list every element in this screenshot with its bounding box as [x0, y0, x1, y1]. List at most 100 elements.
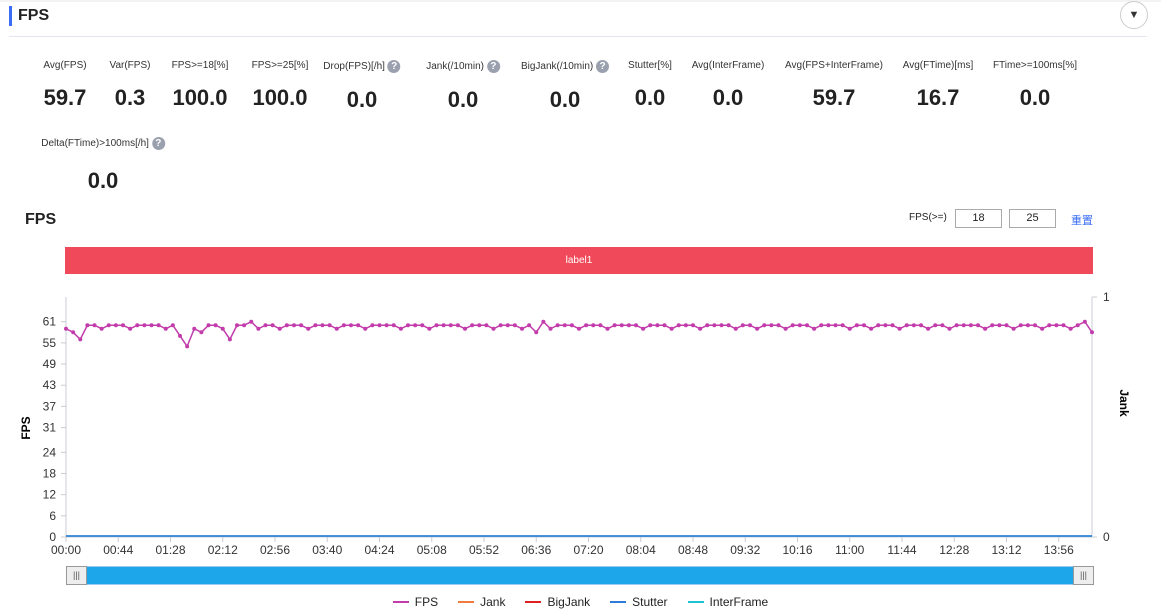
fps-data-point — [619, 323, 624, 328]
x-tick-label: 05:08 — [417, 543, 447, 557]
fps-data-point — [584, 323, 589, 328]
y-tick-label: 43 — [43, 378, 57, 392]
fps-data-point — [740, 323, 745, 328]
fps-data-point — [534, 330, 539, 335]
legend-label: BigJank — [547, 595, 591, 609]
fps-data-point — [911, 323, 916, 328]
y-tick-label: 18 — [43, 466, 57, 480]
fps-data-point — [577, 326, 581, 331]
legend-swatch — [610, 601, 627, 603]
fps-data-point — [292, 323, 296, 328]
fps-data-point — [797, 323, 802, 328]
fps-data-point — [655, 323, 660, 328]
legend-item[interactable]: Stutter — [610, 595, 668, 609]
fps-data-point — [64, 326, 68, 331]
y-tick-label: 55 — [43, 336, 57, 350]
fps-data-point — [605, 326, 610, 331]
fps-data-point — [712, 323, 717, 328]
slider-left-handle[interactable]: ||| — [66, 566, 87, 585]
fps-data-point — [121, 323, 125, 328]
fps-data-point — [128, 326, 133, 331]
fps-data-point — [441, 323, 446, 328]
fps-data-point — [719, 323, 724, 328]
fps-data-point — [833, 323, 838, 328]
y2-tick-label: 1 — [1103, 290, 1110, 304]
chart-legend: FPS Jank BigJank Stutter InterFrame — [0, 592, 1161, 609]
fps-data-point — [427, 326, 432, 331]
fps-data-point — [192, 326, 197, 331]
fps-data-point — [1004, 323, 1009, 328]
fps-chart: 0 6 12 18 24 31 37 43 49 55 61 0 1 00:00 00:44 01:28 02:… — [19, 290, 1131, 557]
y-tick-label: 12 — [43, 488, 57, 502]
fps-data-point — [904, 323, 909, 328]
fps-data-point — [612, 323, 617, 328]
fps-data-point — [961, 323, 966, 328]
fps-data-point — [847, 326, 852, 331]
fps-data-point — [755, 326, 760, 331]
fps-data-point — [1033, 323, 1037, 328]
fps-data-point — [997, 323, 1002, 328]
x-tick-label: 13:12 — [991, 543, 1021, 557]
fps-data-point — [306, 326, 311, 331]
x-tick-label: 02:12 — [208, 543, 238, 557]
fps-data-point — [299, 323, 304, 328]
fps-data-point — [1011, 326, 1016, 331]
fps-data-point — [363, 326, 368, 331]
slider-right-handle[interactable]: ||| — [1073, 566, 1094, 585]
y-tick-label: 0 — [49, 530, 56, 544]
fps-data-point — [470, 323, 475, 328]
fps-data-point — [520, 326, 524, 331]
fps-data-point — [85, 323, 90, 328]
legend-item[interactable]: FPS — [392, 595, 438, 609]
zoom-slider[interactable]: ||| ||| — [66, 566, 1094, 585]
y2-tick-label: 0 — [1103, 530, 1110, 544]
fps-data-point — [320, 323, 325, 328]
fps-data-point — [249, 319, 254, 324]
fps-data-point — [170, 323, 175, 328]
fps-data-point — [591, 323, 596, 328]
fps-data-point — [555, 323, 560, 328]
fps-data-point — [341, 323, 346, 328]
legend-item[interactable]: BigJank — [525, 595, 590, 609]
fps-data-point — [406, 323, 410, 328]
y2-axis-title: Jank — [1117, 389, 1131, 417]
fps-data-point — [71, 330, 76, 335]
fps-data-point — [284, 323, 289, 328]
fps-data-point — [819, 323, 824, 328]
fps-data-point — [163, 326, 168, 331]
fps-data-point — [947, 326, 952, 331]
fps-data-point — [227, 337, 232, 342]
fps-data-point — [256, 326, 261, 331]
fps-data-point — [748, 323, 752, 328]
fps-data-point — [384, 323, 389, 328]
x-tick-label: 08:48 — [678, 543, 708, 557]
x-tick-label: 08:04 — [626, 543, 656, 557]
x-tick-label: 12:28 — [939, 543, 969, 557]
fps-data-point — [983, 326, 988, 331]
fps-data-point — [933, 323, 938, 328]
x-tick-label: 00:44 — [103, 543, 133, 557]
fps-data-point — [569, 323, 574, 328]
fps-data-point — [1054, 323, 1059, 328]
fps-series-line — [65, 320, 1093, 349]
fps-data-point — [235, 323, 239, 328]
fps-data-point — [669, 326, 674, 331]
y-tick-label: 61 — [43, 315, 57, 329]
fps-data-point — [484, 323, 489, 328]
y-tick-label: 24 — [43, 445, 57, 459]
fps-data-point — [634, 323, 638, 328]
fps-data-point — [726, 323, 731, 328]
fps-data-point — [142, 323, 147, 328]
fps-data-point — [135, 323, 140, 328]
legend-item[interactable]: InterFrame — [687, 595, 768, 609]
y-tick-label: 31 — [43, 421, 57, 435]
fps-data-point — [270, 323, 275, 328]
legend-swatch — [392, 601, 409, 603]
legend-item[interactable]: Jank — [458, 595, 505, 609]
fps-data-point — [99, 326, 104, 331]
fps-data-point — [327, 323, 332, 328]
fps-data-point — [78, 337, 83, 342]
fps-data-point — [199, 330, 204, 335]
fps-data-point — [541, 319, 546, 324]
fps-data-point — [598, 323, 603, 328]
